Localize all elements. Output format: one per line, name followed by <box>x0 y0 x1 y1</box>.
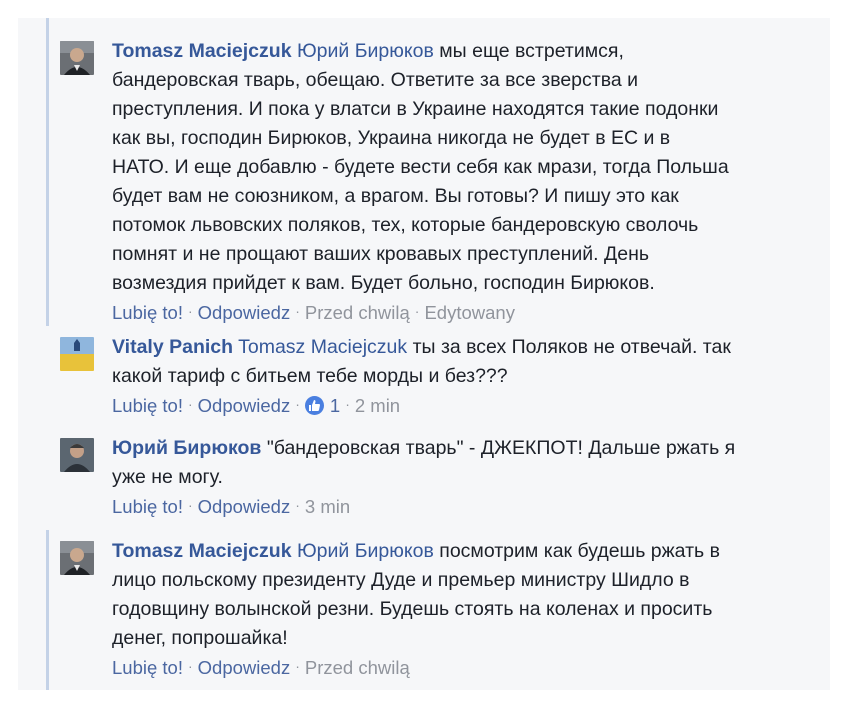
avatar[interactable] <box>60 438 94 472</box>
separator-dot: · <box>187 303 193 319</box>
comment-text: Tomasz Maciejczuk Юрий Бирюков мы еще вс… <box>112 37 812 298</box>
comment-line: возмездия прийдет к вам. Будет больно, г… <box>112 272 655 294</box>
comment-line: как вы, господин Бирюков, Украина никогд… <box>112 127 671 149</box>
comment-line: ты за всех Поляков не отвечай. так <box>412 336 731 358</box>
mention-link[interactable]: Юрий Бирюков <box>297 540 434 562</box>
thumbs-up-icon[interactable] <box>304 396 324 415</box>
like-button[interactable]: Lubię to! <box>112 395 183 416</box>
comment-line: уже не могу. <box>112 466 223 488</box>
separator-dot: · <box>414 303 420 319</box>
reply-button[interactable]: Odpowiedz <box>198 496 291 517</box>
separator-dot: · <box>295 658 300 674</box>
separator-dot: · <box>345 396 350 412</box>
reply-thread-line <box>46 18 49 326</box>
comment-line: какой тариф с битьем тебе морды и без??? <box>112 365 508 387</box>
comment-line: бандеровская тварь, обещаю. Ответите за … <box>112 69 639 91</box>
timestamp[interactable]: Przed chwilą <box>305 657 410 678</box>
comment-text: Tomasz Maciejczuk Юрий Бирюков посмотрим… <box>112 537 812 653</box>
comment-line: денег, попрошайка! <box>112 627 288 649</box>
comment-line: потомок львовских поляков, тех, которые … <box>112 214 699 236</box>
comment-author-link[interactable]: Юрий Бирюков <box>112 437 261 459</box>
avatar[interactable] <box>60 41 94 75</box>
separator-dot: · <box>187 396 193 412</box>
comment-actions: Lubię to! · Odpowiedz · Przed chwilą · Edytowa… <box>112 299 812 328</box>
comment-author-link[interactable]: Tomasz Maciejczuk <box>112 40 292 62</box>
separator-dot: · <box>187 658 193 674</box>
timestamp[interactable]: Przed chwilą <box>305 302 410 323</box>
comment-line: преступления. И пока у влатси в Украине … <box>112 98 719 120</box>
comment-line: годовщину волынской резни. Будешь стоять… <box>112 598 713 620</box>
reaction-count[interactable]: 1 <box>330 395 340 416</box>
reply-button[interactable]: Odpowiedz <box>198 657 291 678</box>
comment-actions: Lubię to! · Odpowiedz · 1 · 2 min <box>112 392 812 421</box>
comment-author-link[interactable]: Vitaly Panich <box>112 336 233 358</box>
comment-actions: Lubię to! · Odpowiedz · 3 min <box>112 493 812 522</box>
avatar[interactable] <box>60 541 94 575</box>
like-button[interactable]: Lubię to! <box>112 657 183 678</box>
separator-dot: · <box>295 497 300 513</box>
like-button[interactable]: Lubię to! <box>112 496 183 517</box>
timestamp[interactable]: 3 min <box>305 496 350 517</box>
reply-button[interactable]: Odpowiedz <box>198 302 291 323</box>
comment-actions: Lubię to! · Odpowiedz · Przed chwilą <box>112 654 812 683</box>
separator-dot: · <box>295 396 300 412</box>
edited-label[interactable]: Edytowany <box>424 302 515 323</box>
comment-line: лицо польскому президенту Дуде и премьер… <box>112 569 690 591</box>
separator-dot: · <box>295 303 300 319</box>
comment-text: Юрий Бирюков "бандеровская тварь" - ДЖЕК… <box>112 434 812 492</box>
comment-line: НАТО. И еще добавлю - будете вести себя … <box>112 156 729 178</box>
comment-line: помнят и не прощают ваших кровавых прест… <box>112 243 650 265</box>
like-button[interactable]: Lubię to! <box>112 302 183 323</box>
mention-link[interactable]: Юрий Бирюков <box>297 40 434 62</box>
comment-line: будет вам не союзником, а врагом. Вы гот… <box>112 185 679 207</box>
comment-line: посмотрим как будешь ржать в <box>439 540 720 562</box>
comment-author-link[interactable]: Tomasz Maciejczuk <box>112 540 292 562</box>
reply-thread-line <box>46 530 49 690</box>
timestamp[interactable]: 2 min <box>355 395 400 416</box>
comment-text: Vitaly Panich Tomasz Maciejczuk ты за вс… <box>112 333 812 391</box>
mention-link[interactable]: Tomasz Maciejczuk <box>238 336 407 358</box>
comment-line: "бандеровская тварь" - ДЖЕКПОТ! Дальше р… <box>266 437 736 459</box>
reply-button[interactable]: Odpowiedz <box>198 395 291 416</box>
avatar[interactable] <box>60 337 94 371</box>
comment-line: мы еще встретимся, <box>439 40 624 62</box>
separator-dot: · <box>187 497 193 513</box>
